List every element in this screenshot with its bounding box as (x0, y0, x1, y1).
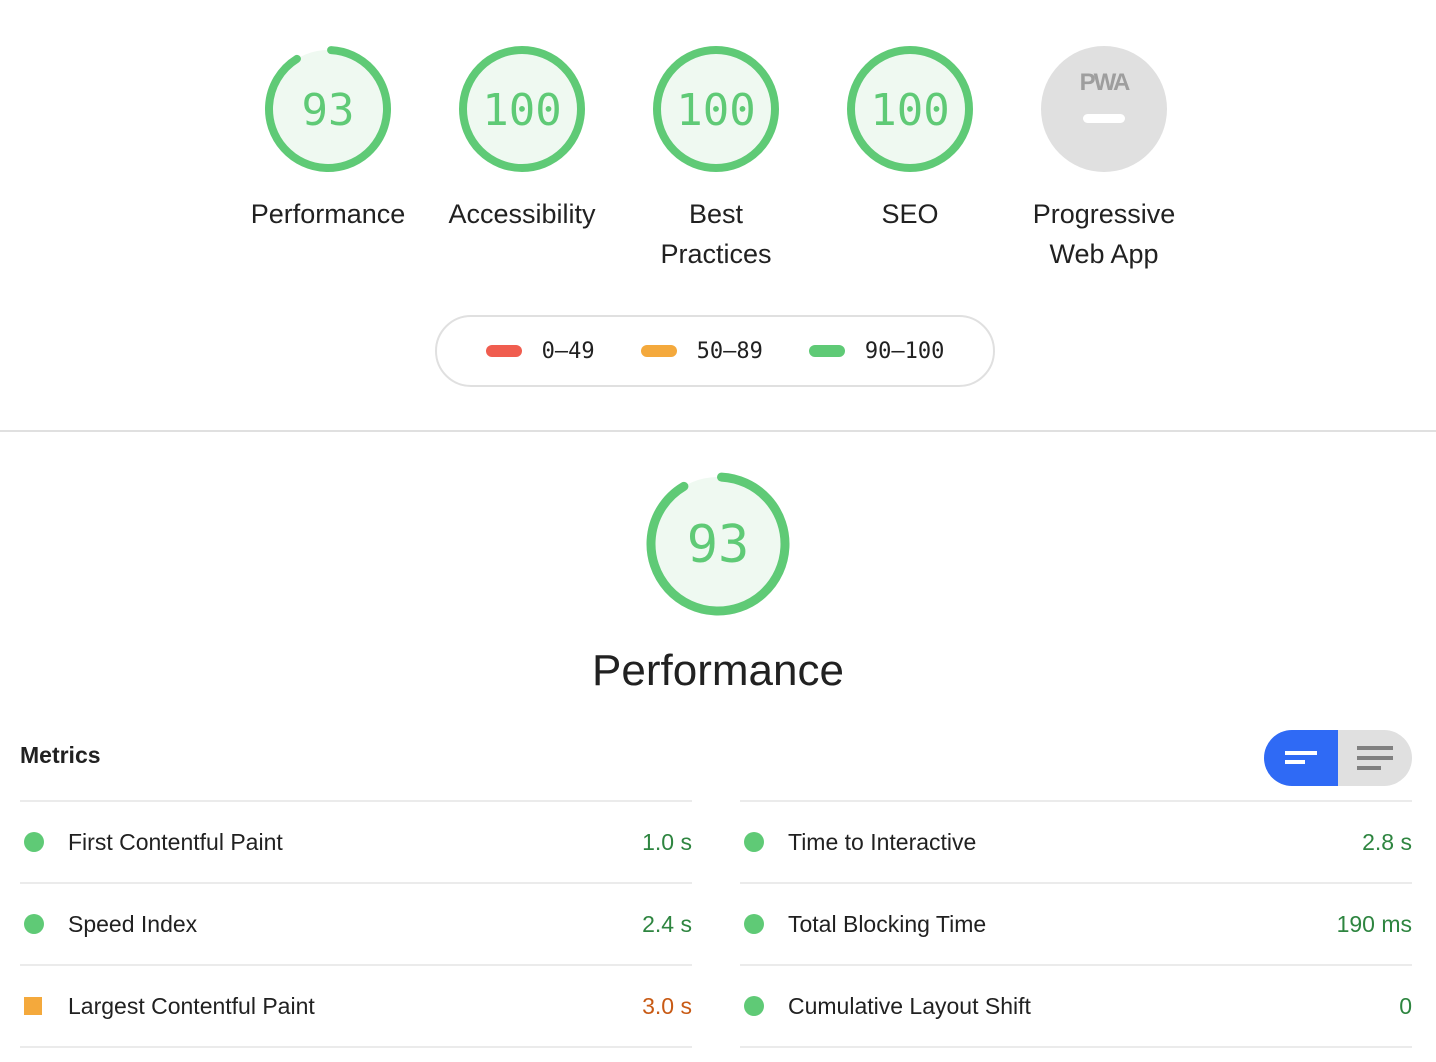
metric-name: Cumulative Layout Shift (788, 992, 1031, 1019)
legend-range: 50–89 (696, 338, 763, 364)
metric-name: Speed Index (68, 910, 198, 937)
compact-view-button[interactable] (1264, 730, 1338, 786)
metric-row: Cumulative Layout Shift 0 (740, 964, 1412, 1048)
pass-circle-icon (744, 914, 764, 934)
gauge-performance[interactable]: 93 Performance (233, 44, 423, 234)
gauge-ring: 93 (265, 45, 391, 172)
legend-swatch (640, 345, 677, 357)
category-gauges: 93 Performance 100 Accessibility 100 Bes… (0, 44, 1436, 284)
metric-name: Total Blocking Time (788, 910, 987, 937)
metric-row: Largest Contentful Paint 3.0 s (20, 964, 692, 1048)
metric-name: First Contentful Paint (68, 828, 283, 855)
performance-gauge: 93 (646, 472, 790, 616)
metrics-heading: Metrics (20, 742, 101, 768)
metrics-column-right: Time to Interactive 2.8 s Total Blocking… (740, 800, 1412, 1048)
gauge-ring: 100 (653, 46, 779, 172)
metric-value: 3.0 s (642, 992, 692, 1019)
metric-name: Time to Interactive (788, 828, 977, 855)
gauge-score: 100 (870, 85, 949, 136)
gauge-label: Accessibility (448, 199, 596, 229)
gauge-best-practices[interactable]: 100 Best Practices (621, 44, 811, 274)
metric-value: 1.0 s (642, 828, 692, 855)
legend-swatch (485, 345, 522, 357)
metric-value: 0 (1399, 992, 1412, 1019)
gauge-label: Best Practices (660, 199, 772, 269)
gauge-accessibility[interactable]: 100 Accessibility (427, 44, 617, 234)
legend-swatch (808, 345, 845, 357)
legend-item-pass: 90–100 (808, 338, 945, 364)
metric-value: 2.8 s (1362, 828, 1412, 855)
pwa-badge: PWA (1080, 69, 1130, 96)
short-lines-icon (1285, 751, 1317, 764)
gauge-ring: 100 (847, 46, 973, 172)
metric-value: 2.4 s (642, 910, 692, 937)
legend-range: 0–49 (541, 338, 595, 364)
gauge-label: Performance (250, 199, 406, 229)
gauge-seo[interactable]: 100 SEO (815, 44, 1005, 234)
pass-circle-icon (744, 996, 764, 1016)
na-dash-icon (1083, 114, 1125, 123)
expanded-view-button[interactable] (1338, 730, 1412, 786)
metric-value: 190 ms (1336, 910, 1412, 937)
long-lines-icon (1357, 746, 1393, 770)
gauge-label: SEO (881, 199, 939, 229)
metric-name: Largest Contentful Paint (68, 992, 315, 1019)
gauge-pwa[interactable]: PWA Progressive Web App (1009, 44, 1199, 274)
gauge-score: 93 (302, 85, 355, 136)
legend-item-average: 50–89 (640, 338, 763, 364)
score-legend: 0–49 50–89 90–100 (435, 315, 995, 387)
pass-circle-icon (744, 832, 764, 852)
metrics-view-toggle[interactable] (1264, 730, 1412, 786)
pass-circle-icon (24, 914, 44, 934)
gauge-label: Progressive Web App (1032, 199, 1176, 269)
metric-row: Speed Index 2.4 s (20, 882, 692, 964)
gauge-score: 100 (482, 85, 561, 136)
performance-section: 93 Performance (0, 470, 1436, 696)
metric-row: Time to Interactive 2.8 s (740, 800, 1412, 882)
gauge-score: 100 (676, 85, 755, 136)
pass-circle-icon (24, 832, 44, 852)
pwa-icon: PWA (1041, 46, 1167, 172)
legend-item-fail: 0–49 (485, 338, 595, 364)
performance-score: 93 (687, 515, 750, 575)
section-divider (0, 430, 1436, 432)
average-square-icon (24, 997, 42, 1015)
metric-row: Total Blocking Time 190 ms (740, 882, 1412, 964)
performance-title: Performance (592, 646, 844, 695)
metrics-column-left: First Contentful Paint 1.0 s Speed Index… (20, 800, 692, 1048)
legend-range: 90–100 (864, 338, 945, 364)
metric-row: First Contentful Paint 1.0 s (20, 800, 692, 882)
gauge-ring: 100 (459, 46, 585, 172)
